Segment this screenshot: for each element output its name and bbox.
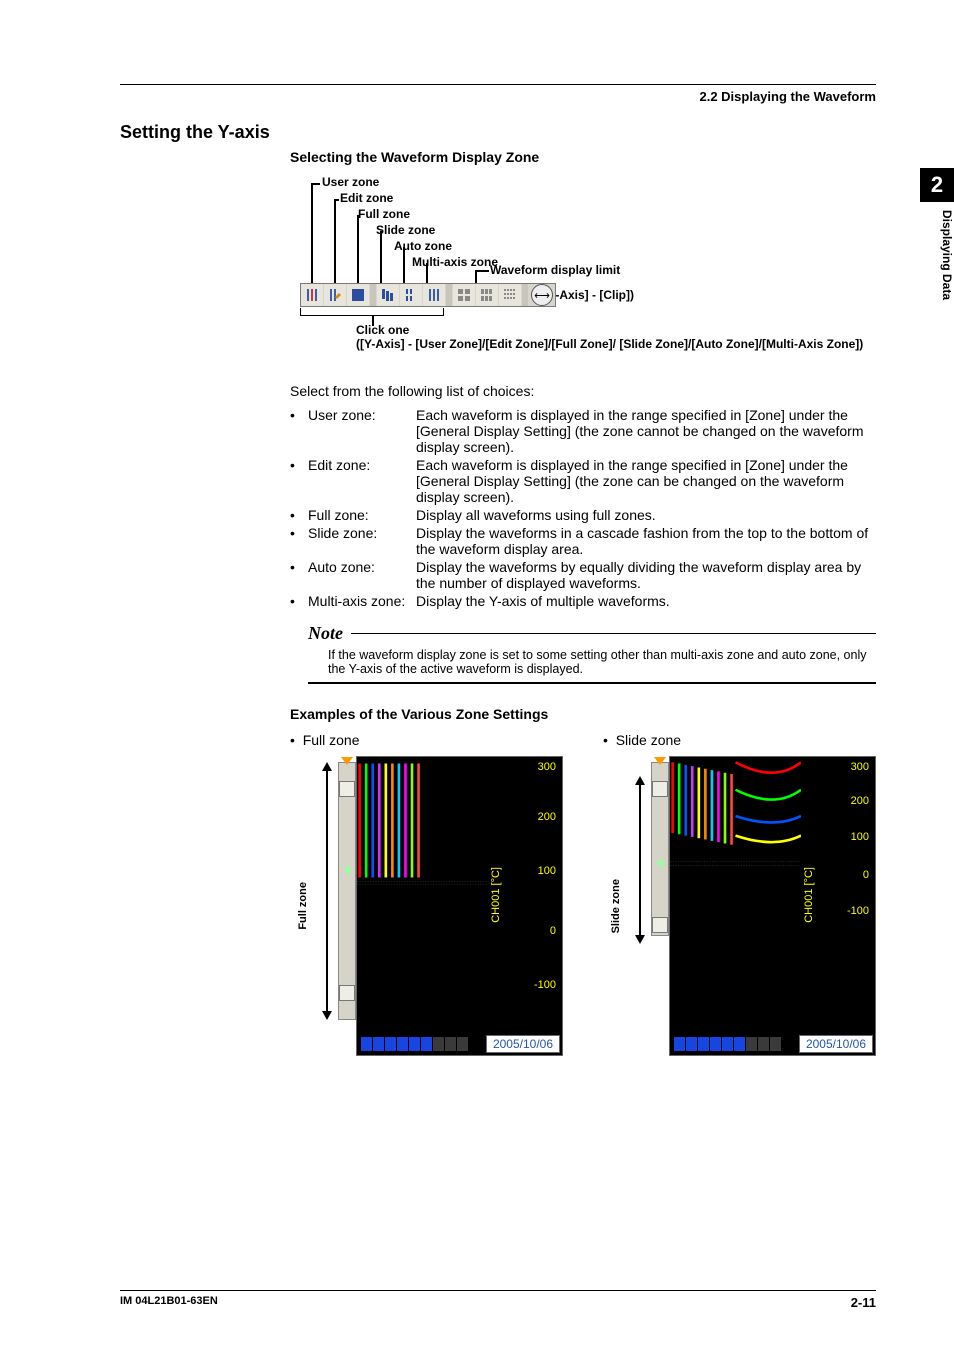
term-slide-zone: Slide zone: (308, 525, 416, 557)
desc-edit-zone: Each waveform is displayed in the range … (416, 457, 876, 505)
footer-page-number: 2-11 (851, 1295, 876, 1310)
tick: 100 (538, 865, 556, 877)
slide-zone-vlabel: Slide zone (610, 879, 622, 933)
date-box: 2005/10/06 (799, 1035, 873, 1053)
axis-channel-label: CH001 [°C] (803, 867, 815, 923)
term-user-zone: User zone: (308, 407, 416, 455)
edit-zone-button[interactable] (324, 284, 346, 306)
slide-zone-plot: CH001 [°C] 300 200 100 0 -100 2005/10/06 (669, 756, 876, 1056)
slide-zone-button[interactable] (377, 284, 399, 306)
zone-toolbar: ⟷ (300, 283, 556, 307)
subsection-heading: Selecting the Waveform Display Zone (290, 149, 876, 165)
time-bar (674, 1037, 781, 1051)
example-slide-label: • Slide zone (603, 732, 876, 748)
tick: 0 (550, 925, 556, 937)
zone-list: •User zone:Each waveform is displayed in… (290, 407, 876, 609)
tick: 200 (851, 795, 869, 807)
user-zone-button[interactable] (301, 284, 323, 306)
multi-axis-zone-button[interactable] (423, 284, 445, 306)
footer-doc-id: IM 04L21B01-63EN (120, 1295, 218, 1310)
desc-auto-zone: Display the waveforms by equally dividin… (416, 559, 876, 591)
time-bar (361, 1037, 468, 1051)
label-waveform-limit: Waveform display limit (490, 263, 620, 277)
desc-slide-zone: Display the waveforms in a cascade fashi… (416, 525, 876, 557)
term-edit-zone: Edit zone: (308, 457, 416, 505)
slide-zone-extent-arrow (629, 756, 651, 1056)
full-zone-vlabel: Full zone (297, 882, 309, 930)
label-click-one: Click one (356, 323, 409, 337)
note-body: If the waveform display zone is set to s… (308, 644, 876, 682)
tick: 100 (851, 831, 869, 843)
desc-full-zone: Display all waveforms using full zones. (416, 507, 876, 523)
tick: 300 (851, 761, 869, 773)
label-multi-axis-zone: Multi-axis zone (412, 255, 498, 269)
desc-multi-axis-zone: Display the Y-axis of multiple waveforms… (416, 593, 876, 609)
clip-icon: ⟷ (531, 284, 553, 306)
full-zone-slider[interactable] (338, 762, 356, 1020)
subsection-examples: Examples of the Various Zone Settings (290, 706, 876, 722)
clip-button[interactable]: ⟷ (529, 284, 555, 306)
chapter-number: 2 (920, 168, 954, 202)
zone-toolbar-diagram: User zone Edit zone Full zone Slide zone… (300, 175, 876, 365)
date-box: 2005/10/06 (486, 1035, 560, 1053)
tick: 0 (863, 869, 869, 881)
note-block: Note If the waveform display zone is set… (308, 623, 876, 684)
tick: 200 (538, 811, 556, 823)
grid-button-3[interactable] (499, 284, 521, 306)
label-slide-zone: Slide zone (376, 223, 435, 237)
label-click-menu: ([Y-Axis] - [User Zone]/[Edit Zone]/[Ful… (356, 337, 863, 351)
term-multi-axis-zone: Multi-axis zone: (308, 593, 416, 609)
grid-button-2[interactable] (476, 284, 498, 306)
grid-button-1[interactable] (453, 284, 475, 306)
full-zone-button[interactable] (347, 284, 369, 306)
full-zone-plot: CH001 [°C] 300 200 100 0 -100 2005/10/06 (356, 756, 563, 1056)
section-heading: Setting the Y-axis (120, 122, 876, 143)
auto-zone-button[interactable] (400, 284, 422, 306)
chapter-title: Displaying Data (920, 202, 954, 300)
tick: 300 (538, 761, 556, 773)
note-title: Note (308, 623, 343, 644)
breadcrumb: 2.2 Displaying the Waveform (120, 89, 876, 104)
example-full-label: • Full zone (290, 732, 563, 748)
intro-text: Select from the following list of choice… (290, 383, 876, 399)
term-full-zone: Full zone: (308, 507, 416, 523)
label-edit-zone: Edit zone (340, 191, 393, 205)
tick: -100 (534, 979, 556, 991)
tick: -100 (847, 905, 869, 917)
term-auto-zone: Auto zone: (308, 559, 416, 591)
label-user-zone: User zone (322, 175, 379, 189)
desc-user-zone: Each waveform is displayed in the range … (416, 407, 876, 455)
slide-zone-slider[interactable] (651, 762, 669, 936)
axis-channel-label: CH001 [°C] (490, 867, 502, 923)
full-zone-extent-arrow (316, 756, 338, 1056)
label-full-zone: Full zone (358, 207, 410, 221)
chapter-side-tab: 2 Displaying Data (908, 168, 954, 300)
